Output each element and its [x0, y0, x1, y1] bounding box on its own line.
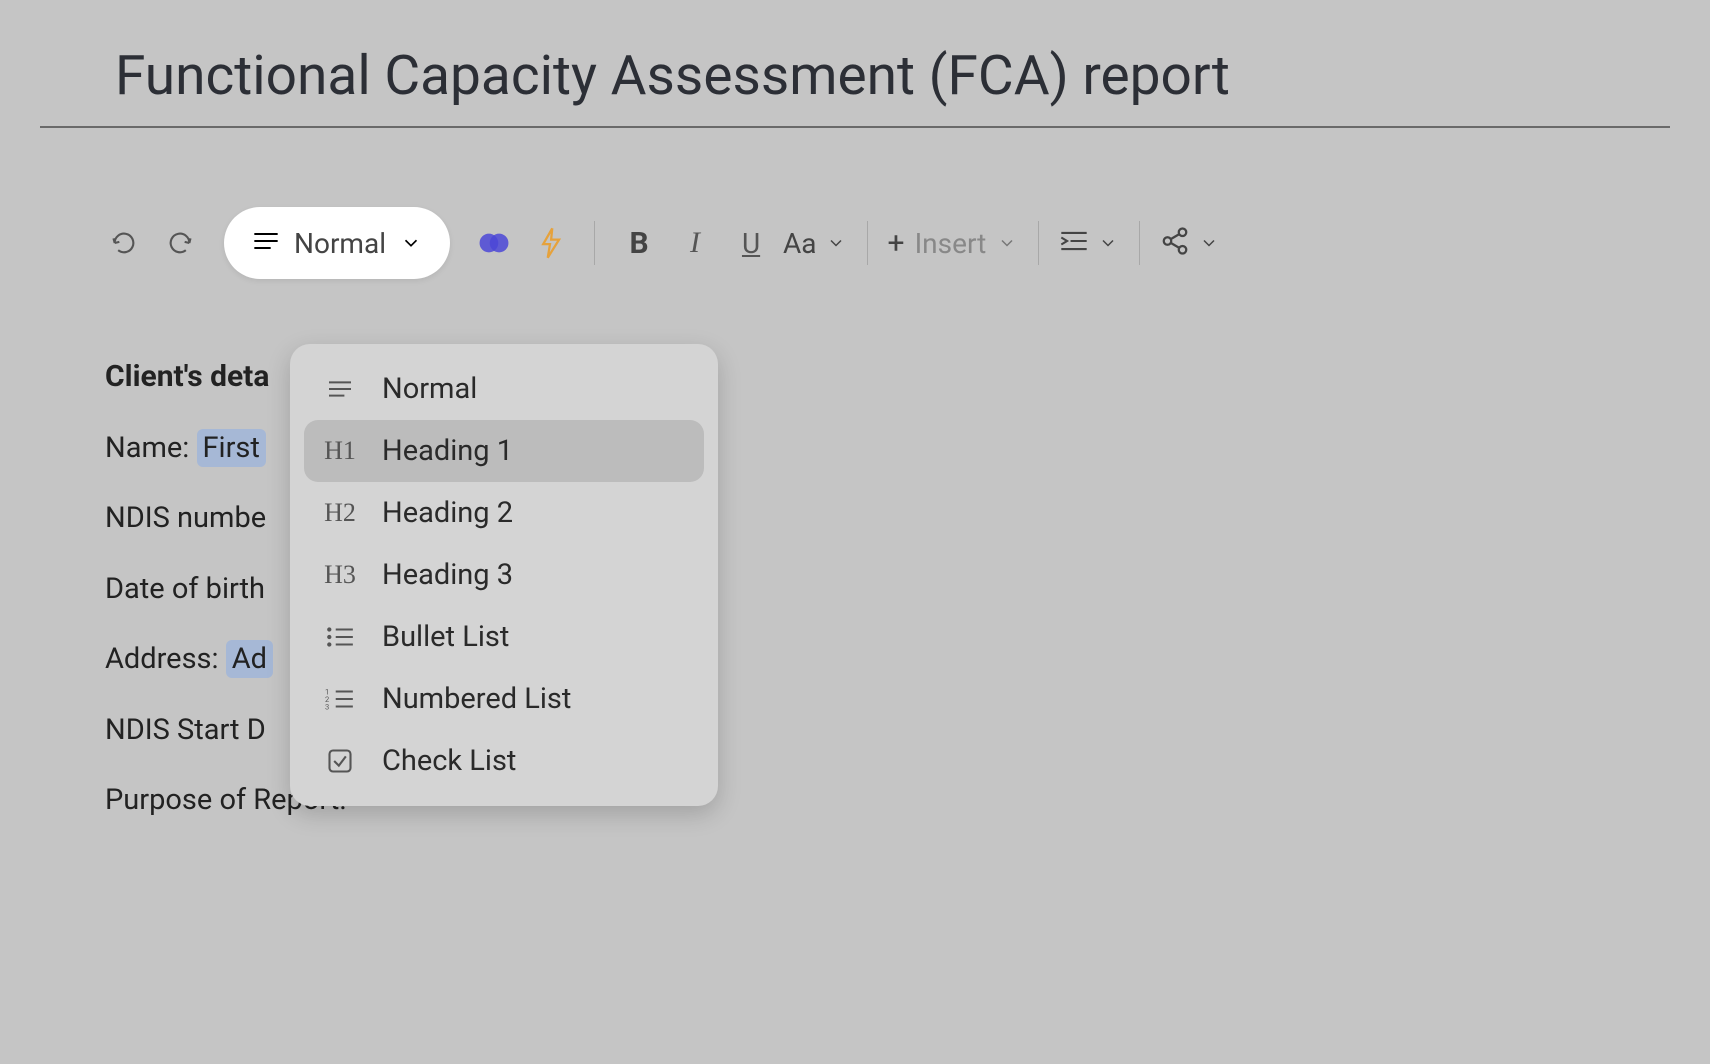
- plus-icon: +: [888, 226, 905, 261]
- svg-text:3: 3: [325, 703, 329, 711]
- indent-dropdown[interactable]: [1059, 228, 1119, 258]
- page-title: Functional Capacity Assessment (FCA) rep…: [40, 0, 1670, 128]
- paragraph-style-label: Normal: [294, 227, 386, 260]
- field-label: Date of birth: [105, 572, 265, 606]
- style-option-heading-3[interactable]: H3 Heading 3: [304, 544, 704, 606]
- lightning-icon: [536, 226, 564, 260]
- style-option-bullet-list[interactable]: Bullet List: [304, 606, 704, 668]
- redo-icon: [166, 229, 194, 257]
- field-label: NDIS numbe: [105, 501, 266, 535]
- undo-button[interactable]: [100, 219, 148, 267]
- field-label: Address:: [105, 642, 226, 676]
- numbered-list-icon: 123: [322, 687, 358, 711]
- ai-assist-button[interactable]: [470, 219, 518, 267]
- style-option-label: Heading 1: [382, 434, 513, 468]
- insert-label: Insert: [915, 227, 987, 260]
- editor-toolbar: Normal B I U Aa + Insert: [100, 203, 1710, 283]
- style-option-check-list[interactable]: Check List: [304, 730, 704, 792]
- chevron-down-icon: [1198, 232, 1220, 254]
- paragraph-style-menu: Normal H1 Heading 1 H2 Heading 2 H3 Heading 3 B…: [290, 344, 718, 806]
- undo-icon: [110, 229, 138, 257]
- paragraph-icon: [252, 229, 280, 257]
- toolbar-divider: [867, 221, 868, 265]
- style-option-normal[interactable]: Normal: [304, 358, 704, 420]
- overlap-circles-icon: [477, 228, 511, 258]
- style-option-label: Heading 2: [382, 496, 513, 530]
- field-label: Name:: [105, 431, 197, 465]
- paragraph-style-dropdown[interactable]: Normal: [224, 207, 450, 279]
- share-dropdown[interactable]: [1160, 226, 1220, 260]
- toolbar-divider: [1139, 221, 1140, 265]
- field-placeholder[interactable]: First: [197, 429, 266, 467]
- chevron-down-icon: [400, 232, 422, 254]
- redo-button[interactable]: [156, 219, 204, 267]
- chevron-down-icon: [1097, 232, 1119, 254]
- style-option-heading-2[interactable]: H2 Heading 2: [304, 482, 704, 544]
- aa-icon: Aa: [783, 227, 817, 260]
- style-option-label: Check List: [382, 744, 516, 778]
- underline-button[interactable]: U: [727, 219, 775, 267]
- field-label: NDIS Start D: [105, 713, 266, 747]
- paragraph-list-icon: [322, 378, 358, 400]
- italic-button[interactable]: I: [671, 219, 719, 267]
- share-icon: [1160, 226, 1190, 260]
- style-option-heading-1[interactable]: H1 Heading 1: [304, 420, 704, 482]
- indent-icon: [1059, 228, 1089, 258]
- style-option-label: Heading 3: [382, 558, 513, 592]
- check-list-icon: [322, 747, 358, 775]
- bold-button[interactable]: B: [615, 219, 663, 267]
- field-placeholder[interactable]: Ad: [226, 640, 273, 678]
- style-option-label: Normal: [382, 372, 477, 406]
- chevron-down-icon: [996, 232, 1018, 254]
- chevron-down-icon: [825, 232, 847, 254]
- toolbar-divider: [594, 221, 595, 265]
- h1-icon: H1: [322, 436, 358, 466]
- h2-icon: H2: [322, 498, 358, 528]
- toolbar-divider: [1038, 221, 1039, 265]
- bullet-list-icon: [322, 625, 358, 649]
- insert-dropdown[interactable]: + Insert: [888, 226, 1019, 261]
- style-option-numbered-list[interactable]: 123 Numbered List: [304, 668, 704, 730]
- h3-icon: H3: [322, 560, 358, 590]
- text-style-dropdown[interactable]: Aa: [783, 227, 847, 260]
- style-option-label: Bullet List: [382, 620, 509, 654]
- style-option-label: Numbered List: [382, 682, 571, 716]
- lightning-button[interactable]: [526, 219, 574, 267]
